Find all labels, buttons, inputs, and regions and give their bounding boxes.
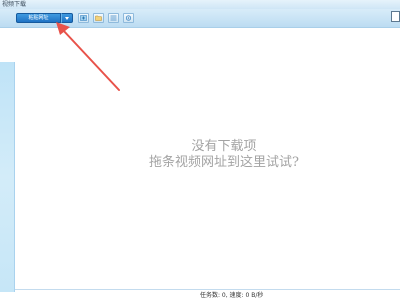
empty-state-title: 没有下载项 bbox=[191, 139, 257, 154]
new-task-button[interactable] bbox=[78, 13, 89, 23]
list-view-button[interactable] bbox=[108, 13, 119, 23]
paste-url-dropdown-button[interactable] bbox=[61, 13, 73, 23]
open-folder-button[interactable] bbox=[93, 13, 104, 23]
paste-url-button[interactable]: 粘贴网址 bbox=[16, 13, 61, 23]
chevron-down-icon bbox=[65, 17, 69, 20]
video-download-window: 视频下载 粘贴网址 没有下载项 拖条视频网址到这里试试? 任务数: 0, 速度:… bbox=[0, 0, 400, 300]
toolbar: 粘贴网址 bbox=[0, 9, 400, 28]
open-folder-icon bbox=[95, 15, 102, 21]
paste-url-label: 粘贴网址 bbox=[28, 15, 49, 21]
settings-button[interactable] bbox=[123, 13, 134, 23]
new-task-icon bbox=[80, 15, 87, 21]
status-text: 任务数: 0, 速度: 0 B/秒 bbox=[200, 292, 264, 299]
maximize-button[interactable] bbox=[391, 11, 400, 22]
empty-state-hint: 拖条视频网址到这里试试? bbox=[149, 155, 299, 170]
title-bar: 视频下载 bbox=[0, 0, 400, 9]
settings-icon bbox=[125, 15, 132, 21]
list-view-icon bbox=[110, 15, 117, 21]
window-title: 视频下载 bbox=[2, 1, 27, 8]
status-bar: 任务数: 0, 速度: 0 B/秒 bbox=[15, 289, 400, 300]
left-side-panel bbox=[0, 62, 15, 292]
